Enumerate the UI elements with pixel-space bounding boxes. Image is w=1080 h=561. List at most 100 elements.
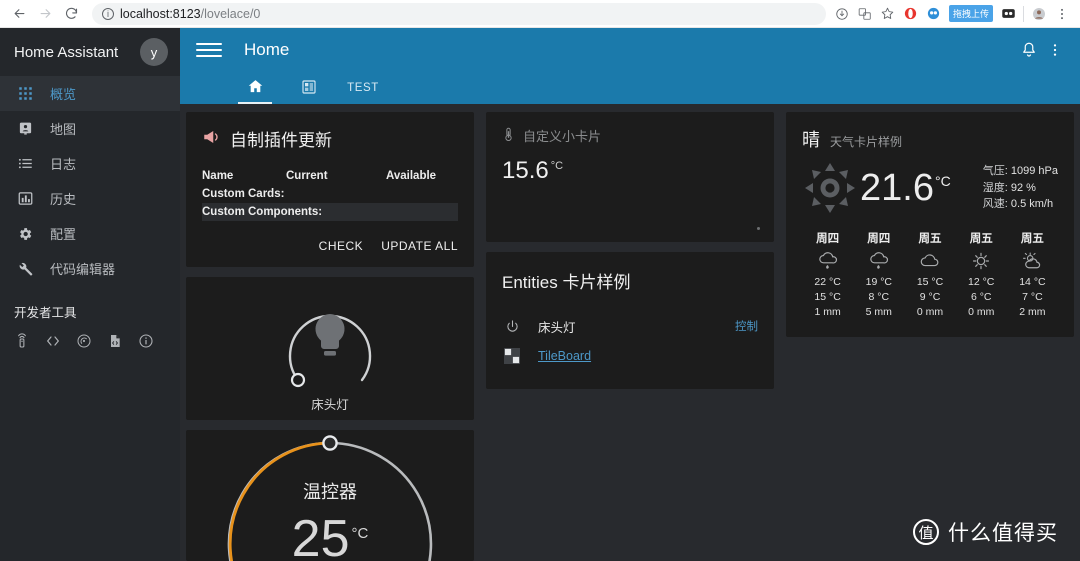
- sidebar-item-config[interactable]: 配置: [0, 216, 180, 251]
- small-value-unit: °C: [550, 160, 564, 172]
- gear-icon: [16, 225, 34, 243]
- forward-arrow-icon[interactable]: [32, 2, 58, 26]
- download-icon[interactable]: [834, 6, 850, 22]
- info-circle-icon[interactable]: [134, 329, 158, 353]
- card-entities: Entities 卡片样例 床头灯 控制 TileBoard: [486, 252, 774, 389]
- sunny-icon: [802, 160, 858, 216]
- row-label: Custom Components:: [202, 206, 323, 218]
- url-text: localhost:8123/lovelace/0: [120, 7, 260, 21]
- attribute-key: 气压: [982, 165, 1005, 178]
- thermostat-dial[interactable]: 温控器 25 °C: [186, 430, 474, 561]
- translate-icon[interactable]: [857, 6, 873, 22]
- entity-action-link[interactable]: 控制: [735, 318, 758, 334]
- card-custom-small: 自定义小卡片 15.6 °C: [486, 112, 774, 242]
- thermostat-temp-value: 25: [291, 509, 350, 561]
- forecast-day: 周四 19 °C 8 °C 5 mm: [853, 230, 904, 321]
- small-card-value: 15.6 °C: [502, 157, 758, 185]
- forecast-low: 9 °C: [919, 291, 941, 304]
- forecast-low: 8 °C: [868, 291, 890, 304]
- sidebar-item-map[interactable]: 地图: [0, 111, 180, 146]
- entity-name: 床头灯: [538, 320, 576, 335]
- attribute-row: 气压: 1099 hPa: [982, 165, 1058, 178]
- sidebar: Home Assistant y 概览 地图 日志 历史 配置 代码编辑器 开发…: [0, 28, 180, 561]
- hamburger-menu-icon[interactable]: [196, 37, 222, 63]
- sidebar-item-label: 地图: [50, 122, 77, 137]
- back-arrow-icon[interactable]: [6, 2, 32, 26]
- events-broadcast-icon[interactable]: [72, 329, 96, 353]
- forecast-day-label: 周五: [918, 233, 942, 245]
- light-brightness-dial[interactable]: [271, 284, 389, 392]
- tab-home[interactable]: [228, 72, 282, 104]
- reload-icon[interactable]: [58, 2, 84, 26]
- attribute-key: 湿度: [982, 181, 1005, 194]
- drag-upload-badge[interactable]: 拖拽上传: [948, 5, 993, 22]
- list-item[interactable]: TileBoard: [502, 341, 758, 371]
- dual-dot-extension-icon[interactable]: [1000, 6, 1016, 22]
- watermark-logo: 值: [913, 519, 939, 545]
- list-item[interactable]: 床头灯 控制: [502, 311, 758, 341]
- tiles-icon: [502, 348, 522, 364]
- update-all-button[interactable]: UPDATE ALL: [381, 239, 458, 253]
- tab-test[interactable]: TEST: [336, 72, 390, 104]
- browser-extension-icon[interactable]: [926, 6, 942, 22]
- opera-extension-icon[interactable]: [903, 6, 919, 22]
- template-file-icon[interactable]: [103, 329, 127, 353]
- thermometer-icon: [502, 127, 515, 145]
- power-icon: [502, 319, 522, 334]
- view-tabs: TEST: [180, 72, 1080, 104]
- card-plugin-updates: 自制插件更新 Name Current Available Custom Car…: [186, 112, 474, 267]
- avatar[interactable]: y: [140, 38, 168, 66]
- column-1: 自制插件更新 Name Current Available Custom Car…: [180, 112, 480, 561]
- url-host: localhost:8123: [120, 6, 201, 21]
- sidebar-item-label: 配置: [50, 227, 77, 242]
- watermark-text: 什么值得买: [948, 522, 1058, 545]
- browser-toolbar: i localhost:8123/lovelace/0 拖拽上传: [0, 0, 1080, 28]
- dev-tools-icons: [0, 329, 180, 353]
- list-icon: [16, 155, 34, 173]
- bell-icon[interactable]: [1016, 37, 1042, 63]
- sidebar-item-code-editor[interactable]: 代码编辑器: [0, 251, 180, 286]
- card-title: 自制插件更新: [230, 131, 332, 150]
- forecast-day: 周五 14 °C 7 °C 2 mm: [1007, 230, 1058, 321]
- cloudy-icon: [904, 250, 955, 272]
- sidebar-header: Home Assistant y: [0, 28, 180, 76]
- dev-tools-heading: 开发者工具: [14, 306, 77, 320]
- code-brackets-icon[interactable]: [41, 329, 65, 353]
- small-value-number: 15.6: [502, 157, 549, 184]
- site-info-icon[interactable]: i: [102, 7, 114, 20]
- sidebar-item-history[interactable]: 历史: [0, 181, 180, 216]
- forecast-day-label: 周五: [1020, 233, 1044, 245]
- overflow-menu-icon[interactable]: [1042, 37, 1068, 63]
- card-light[interactable]: 床头灯: [186, 277, 474, 420]
- address-bar[interactable]: i localhost:8123/lovelace/0: [92, 2, 826, 25]
- attribute-value: 92 %: [1010, 181, 1036, 194]
- forecast-high: 22 °C: [814, 276, 841, 288]
- wrench-icon: [16, 260, 34, 278]
- bookmark-star-icon[interactable]: [880, 6, 896, 22]
- column-2: 自定义小卡片 15.6 °C Entities 卡片样例 床头灯 控制 Tile…: [480, 112, 780, 561]
- forecast-day-label: 周五: [969, 233, 993, 245]
- card-thermostat[interactable]: 温控器 25 °C: [186, 429, 474, 561]
- table-row: Custom Cards:: [202, 185, 458, 203]
- entity-name[interactable]: TileBoard: [538, 349, 758, 363]
- chrome-menu-icon[interactable]: [1054, 6, 1070, 22]
- dashboard-content: 自制插件更新 Name Current Available Custom Car…: [180, 104, 1080, 561]
- attribute-row: 风速: 0.5 km/h: [982, 198, 1054, 211]
- sidebar-item-logbook[interactable]: 日志: [0, 146, 180, 181]
- services-remote-icon[interactable]: [10, 329, 34, 353]
- forecast-low: 7 °C: [1022, 291, 1043, 304]
- forecast-high: 19 °C: [865, 276, 892, 288]
- weather-current: 21.6°C 气压: 1099 hPa 湿度: 92 % 风速: 0.5 km/…: [802, 160, 1058, 216]
- url-path: /lovelace/0: [200, 6, 261, 21]
- column-header-available: Available: [386, 170, 437, 182]
- rainy-icon: [853, 250, 904, 272]
- tab-dashboard[interactable]: [282, 72, 336, 104]
- forecast-low: 15 °C: [814, 291, 841, 304]
- sidebar-item-label: 概览: [50, 87, 77, 102]
- check-button[interactable]: CHECK: [319, 239, 364, 253]
- sidebar-item-overview[interactable]: 概览: [0, 76, 180, 111]
- toolbar-top-row: Home: [180, 28, 1080, 72]
- column-header-name: Name: [202, 170, 234, 182]
- profile-avatar-icon[interactable]: [1031, 6, 1047, 22]
- column-header-current: Current: [286, 170, 328, 182]
